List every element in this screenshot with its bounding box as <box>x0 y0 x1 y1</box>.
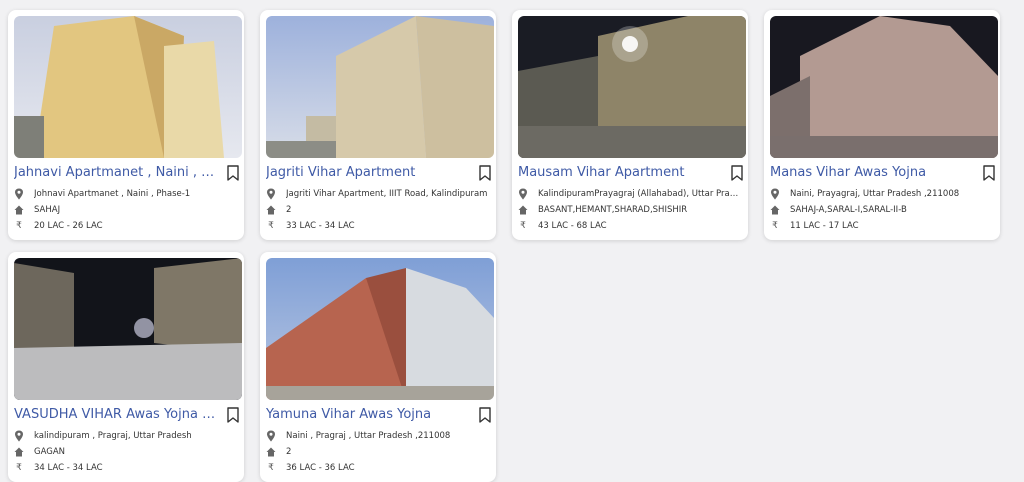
rupee-icon: ₹ <box>520 221 526 231</box>
property-address-row: Johnavi Apartmanet , Naini , Phase-1 <box>14 186 238 202</box>
property-photo[interactable] <box>14 258 242 400</box>
map-pin-icon <box>266 430 276 442</box>
property-title-row: Mausam Vihar Apartment <box>518 162 746 184</box>
property-address-row: kalindipuram , Pragraj, Uttar Pradesh <box>14 428 238 444</box>
property-price: 43 LAC - 68 LAC <box>538 221 607 231</box>
bookmark-icon[interactable] <box>478 165 492 181</box>
property-price-row: ₹ 34 LAC - 34 LAC <box>14 460 238 476</box>
property-price: 34 LAC - 34 LAC <box>34 463 103 473</box>
property-title-row: Jagriti Vihar Apartment <box>266 162 494 184</box>
property-title-row: Jahnavi Apartmanet , Naini , Phase-1 <box>14 162 242 184</box>
rupee-icon: ₹ <box>268 463 274 473</box>
property-photo[interactable] <box>770 16 998 158</box>
home-icon <box>518 204 528 216</box>
property-blocks: SAHAJ-A,SARAL-I,SARAL-II-B <box>790 205 907 215</box>
property-title[interactable]: Mausam Vihar Apartment <box>518 162 723 184</box>
property-price-row: ₹ 20 LAC - 26 LAC <box>14 218 238 234</box>
property-title-row: Yamuna Vihar Awas Yojna <box>266 404 494 426</box>
property-title-row: VASUDHA VIHAR Awas Yojna kalindipuram <box>14 404 242 426</box>
bookmark-icon[interactable] <box>226 407 240 423</box>
property-title-row: Manas Vihar Awas Yojna <box>770 162 998 184</box>
property-price-row: ₹ 43 LAC - 68 LAC <box>518 218 742 234</box>
rupee-icon: ₹ <box>772 221 778 231</box>
map-pin-icon <box>266 188 276 200</box>
property-price-row: ₹ 33 LAC - 34 LAC <box>266 218 490 234</box>
rupee-icon: ₹ <box>268 221 274 231</box>
home-icon <box>14 204 24 216</box>
map-pin-icon <box>14 430 24 442</box>
property-photo[interactable] <box>14 16 242 158</box>
property-blocks: SAHAJ <box>34 205 61 215</box>
property-price: 36 LAC - 36 LAC <box>286 463 355 473</box>
property-blocks: BASANT,HEMANT,SHARAD,SHISHIR <box>538 205 688 215</box>
property-blocks: GAGAN <box>34 447 66 457</box>
property-price-row: ₹ 11 LAC - 17 LAC <box>770 218 994 234</box>
bookmark-icon[interactable] <box>226 165 240 181</box>
property-card[interactable]: Jagriti Vihar Apartment Jagriti Vihar Ap… <box>260 10 496 240</box>
property-photo[interactable] <box>266 16 494 158</box>
property-card[interactable]: Mausam Vihar Apartment KalindipuramPraya… <box>512 10 748 240</box>
property-address: Naini , Pragraj , Uttar Pradesh ,211008 <box>286 431 451 441</box>
map-pin-icon <box>14 188 24 200</box>
property-photo[interactable] <box>266 258 494 400</box>
map-pin-icon <box>518 188 528 200</box>
property-price: 20 LAC - 26 LAC <box>34 221 103 231</box>
property-title[interactable]: Jahnavi Apartmanet , Naini , Phase-1 <box>14 162 219 184</box>
home-icon <box>266 446 276 458</box>
property-title[interactable]: Yamuna Vihar Awas Yojna <box>266 404 471 426</box>
property-blocks: 2 <box>286 205 292 215</box>
property-address-row: Naini, Prayagraj, Uttar Pradesh ,211008 <box>770 186 994 202</box>
property-title[interactable]: VASUDHA VIHAR Awas Yojna kalindipuram <box>14 404 219 426</box>
property-blocks: 2 <box>286 447 292 457</box>
property-address-row: Naini , Pragraj , Uttar Pradesh ,211008 <box>266 428 490 444</box>
property-blocks-row: 2 <box>266 202 490 218</box>
property-card[interactable]: VASUDHA VIHAR Awas Yojna kalindipuram ka… <box>8 252 244 482</box>
property-blocks-row: BASANT,HEMANT,SHARAD,SHISHIR <box>518 202 742 218</box>
home-icon <box>14 446 24 458</box>
property-address: Johnavi Apartmanet , Naini , Phase-1 <box>34 189 191 199</box>
rupee-icon: ₹ <box>16 221 22 231</box>
bookmark-icon[interactable] <box>730 165 744 181</box>
property-address: Jagriti Vihar Apartment, IIIT Road, Kali… <box>286 189 488 199</box>
property-card[interactable]: Jahnavi Apartmanet , Naini , Phase-1 Joh… <box>8 10 244 240</box>
property-blocks-row: 2 <box>266 444 490 460</box>
home-icon <box>770 204 780 216</box>
bookmark-icon[interactable] <box>478 407 492 423</box>
property-price: 33 LAC - 34 LAC <box>286 221 355 231</box>
property-photo[interactable] <box>518 16 746 158</box>
property-price-row: ₹ 36 LAC - 36 LAC <box>266 460 490 476</box>
property-card[interactable]: Yamuna Vihar Awas Yojna Naini , Pragraj … <box>260 252 496 482</box>
property-address-row: Jagriti Vihar Apartment, IIIT Road, Kali… <box>266 186 490 202</box>
property-blocks-row: SAHAJ-A,SARAL-I,SARAL-II-B <box>770 202 994 218</box>
map-pin-icon <box>770 188 780 200</box>
property-address-row: KalindipuramPrayagraj (Allahabad), Uttar… <box>518 186 742 202</box>
property-price: 11 LAC - 17 LAC <box>790 221 859 231</box>
rupee-icon: ₹ <box>16 463 22 473</box>
bookmark-icon[interactable] <box>982 165 996 181</box>
home-icon <box>266 204 276 216</box>
property-address: Naini, Prayagraj, Uttar Pradesh ,211008 <box>790 189 960 199</box>
property-blocks-row: SAHAJ <box>14 202 238 218</box>
property-title[interactable]: Manas Vihar Awas Yojna <box>770 162 975 184</box>
property-address: kalindipuram , Pragraj, Uttar Pradesh <box>34 431 192 441</box>
property-title[interactable]: Jagriti Vihar Apartment <box>266 162 471 184</box>
property-blocks-row: GAGAN <box>14 444 238 460</box>
property-address: KalindipuramPrayagraj (Allahabad), Uttar… <box>538 189 742 199</box>
property-card[interactable]: Manas Vihar Awas Yojna Naini, Prayagraj,… <box>764 10 1000 240</box>
